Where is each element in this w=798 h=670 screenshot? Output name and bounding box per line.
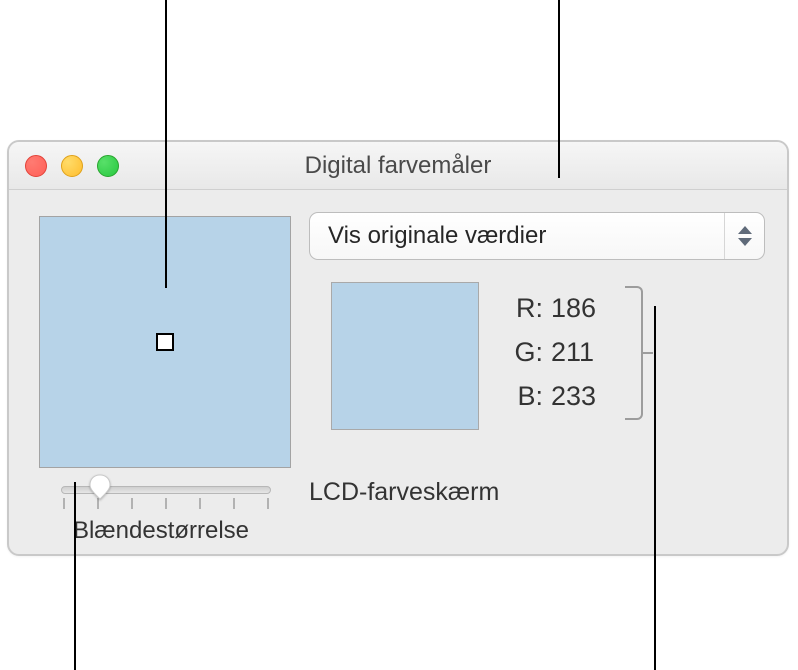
zoom-button[interactable] [97,155,119,177]
rgb-row-r: R: 186 [503,286,611,330]
aperture-size-control: Blændestørrelse [61,486,271,545]
close-button[interactable] [25,155,47,177]
display-profile-label: LCD-farveskærm [309,478,499,507]
select-stepper-icon [724,213,764,259]
chevron-up-icon [738,226,752,234]
display-mode-value: Vis originale værdier [328,222,546,250]
minimize-button[interactable] [61,155,83,177]
b-value: 233 [551,381,611,412]
app-window: Digital farvemåler Vis originale værdier… [7,140,789,556]
aperture-size-label: Blændestørrelse [41,517,281,545]
window-content: Vis originale værdier R: 186 G: 211 B: 2… [9,190,787,554]
b-label: B: [503,381,543,412]
rgb-readout: R: 186 G: 211 B: 233 [503,286,611,418]
g-label: G: [503,337,543,368]
slider-thumb-icon[interactable] [86,473,114,501]
r-value: 186 [551,293,611,324]
chevron-down-icon [738,238,752,246]
window-title: Digital farvemåler [9,152,787,180]
titlebar: Digital farvemåler [9,142,787,190]
color-swatch [331,282,479,430]
display-mode-select[interactable]: Vis originale værdier [309,212,765,260]
g-value: 211 [551,337,611,368]
rgb-row-g: G: 211 [503,330,611,374]
aperture-size-slider[interactable] [61,486,271,494]
rgb-bracket-icon [625,286,643,420]
r-label: R: [503,293,543,324]
rgb-row-b: B: 233 [503,374,611,418]
aperture-marker-icon [156,333,174,351]
window-controls [25,155,119,177]
